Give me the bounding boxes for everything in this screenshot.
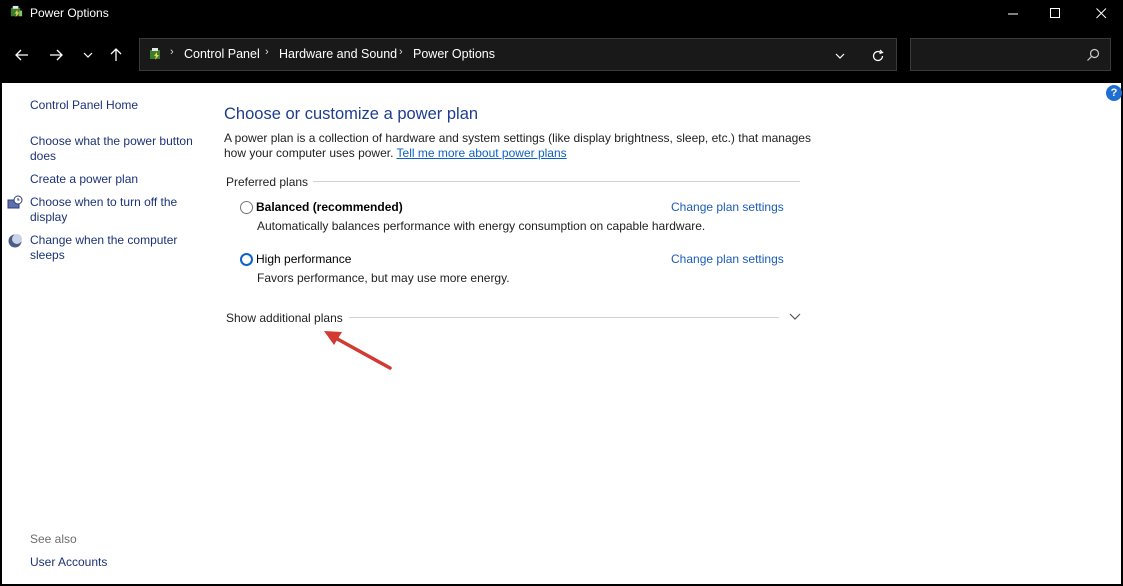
preferred-plans-heading: Preferred plans: [226, 175, 309, 189]
chevron-down-icon[interactable]: [788, 311, 802, 323]
high-performance-change-plan-settings-link[interactable]: Change plan settings: [671, 252, 784, 266]
sleep-moon-icon: [8, 234, 22, 248]
address-dropdown-button[interactable]: [830, 48, 850, 64]
navigation-bar: › Control Panel › Hardware and Sound › P…: [0, 26, 1123, 83]
turn-off-display-link[interactable]: Choose when to turn off the display: [30, 195, 210, 225]
learn-more-link[interactable]: Tell me more about power plans: [397, 146, 567, 160]
computer-sleep-link[interactable]: Change when the computer sleeps: [30, 233, 210, 263]
maximize-button[interactable]: [1032, 0, 1078, 26]
arrow-left-icon: [15, 49, 28, 61]
user-accounts-link[interactable]: User Accounts: [30, 555, 107, 569]
breadcrumb-power-options[interactable]: Power Options: [413, 47, 495, 61]
create-power-plan-link[interactable]: Create a power plan: [30, 172, 138, 187]
search-icon: [1087, 48, 1100, 61]
show-additional-plans-toggle[interactable]: Show additional plans: [226, 311, 343, 325]
power-options-app-icon: [10, 5, 23, 18]
content-area: ? Control Panel Home Choose what the pow…: [2, 83, 1122, 584]
section-divider: [313, 181, 800, 182]
back-button[interactable]: [10, 43, 34, 67]
balanced-change-plan-settings-link[interactable]: Change plan settings: [671, 200, 784, 214]
power-button-settings-link[interactable]: Choose what the power button does: [30, 134, 210, 164]
annotation-arrow-icon: [324, 331, 392, 370]
close-icon: [1095, 7, 1106, 18]
control-panel-home-link[interactable]: Control Panel Home: [30, 98, 138, 113]
arrow-right-icon: [50, 49, 63, 61]
display-shield-icon: [7, 195, 23, 209]
balanced-plan-name[interactable]: Balanced (recommended): [256, 200, 403, 214]
balanced-plan-description: Automatically balances performance with …: [257, 219, 706, 233]
recent-locations-button[interactable]: [76, 43, 100, 67]
additional-plans-divider: [349, 317, 779, 318]
see-also-heading: See also: [30, 532, 77, 546]
high-performance-plan-description: Favors performance, but may use more ene…: [257, 271, 510, 285]
forward-button[interactable]: [44, 43, 68, 67]
minimize-icon: [1007, 13, 1018, 14]
chevron-down-icon: [83, 52, 93, 58]
arrow-up-icon: [110, 48, 122, 61]
window-title: Power Options: [30, 6, 109, 20]
control-panel-icon: [150, 48, 160, 60]
close-button[interactable]: [1078, 0, 1123, 26]
refresh-button[interactable]: [868, 47, 888, 65]
help-icon[interactable]: ?: [1106, 85, 1122, 101]
page-title: Choose or customize a power plan: [224, 105, 479, 123]
maximize-icon: [1049, 7, 1060, 18]
chevron-down-icon: [835, 53, 845, 59]
breadcrumb-separator-icon: ›: [170, 46, 174, 58]
breadcrumb-separator-icon: ›: [399, 46, 403, 58]
page-description: A power plan is a collection of hardware…: [224, 131, 824, 161]
breadcrumb-separator-icon: ›: [265, 46, 269, 58]
breadcrumb-hardware-and-sound[interactable]: Hardware and Sound: [279, 47, 397, 61]
address-bar[interactable]: › Control Panel › Hardware and Sound › P…: [139, 38, 897, 71]
minimize-button[interactable]: [990, 0, 1036, 26]
balanced-plan-radio[interactable]: [240, 201, 253, 214]
refresh-icon: [872, 49, 884, 62]
high-performance-plan-name[interactable]: High performance: [256, 252, 351, 266]
search-box[interactable]: [910, 38, 1111, 71]
high-performance-plan-radio[interactable]: [240, 253, 253, 266]
breadcrumb-control-panel[interactable]: Control Panel: [184, 47, 260, 61]
up-button[interactable]: [104, 43, 128, 67]
title-bar: Power Options: [0, 0, 1123, 26]
